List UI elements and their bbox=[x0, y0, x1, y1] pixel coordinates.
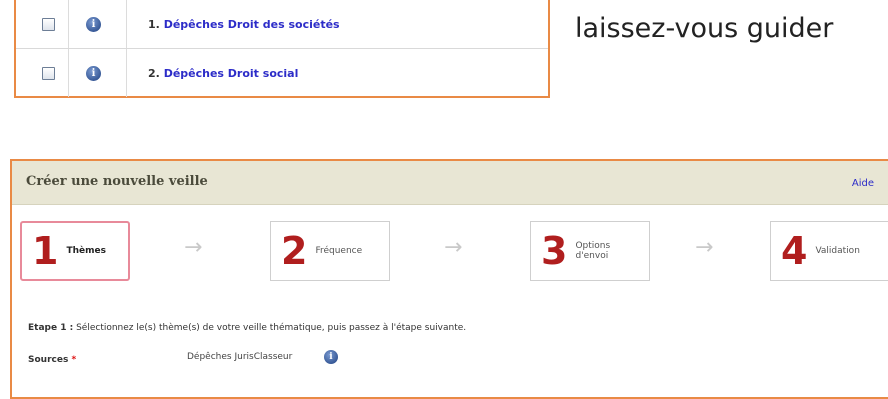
step-label: Validation bbox=[815, 245, 860, 256]
list-item: i 1. Dépêches Droit des sociétés bbox=[16, 0, 548, 49]
column-divider bbox=[126, 0, 127, 48]
step-validation[interactable]: 4 Validation bbox=[770, 221, 888, 281]
panel-title: Créer une nouvelle veille bbox=[26, 174, 208, 189]
tagline: laissez-vous guider bbox=[575, 13, 834, 44]
step-themes[interactable]: 1 Thèmes bbox=[20, 221, 130, 281]
theme-checkbox[interactable] bbox=[42, 17, 55, 31]
step-number: 3 bbox=[541, 229, 568, 273]
step-label: Options d'envoi bbox=[575, 240, 611, 261]
step-options[interactable]: 3 Options d'envoi bbox=[530, 221, 650, 281]
sources-label: Sources * bbox=[28, 355, 77, 365]
step-number: 1 bbox=[32, 229, 59, 273]
step-label: Fréquence bbox=[315, 245, 363, 256]
theme-list-box: i 1. Dépêches Droit des sociétés i 2. Dé… bbox=[14, 0, 550, 98]
panel-header: Créer une nouvelle veille Aide bbox=[12, 161, 888, 205]
info-icon[interactable]: i bbox=[86, 65, 101, 81]
column-divider bbox=[68, 49, 69, 97]
arrow-right-icon: → bbox=[444, 235, 463, 260]
step-number: 4 bbox=[781, 229, 808, 273]
create-watch-panel: Créer une nouvelle veille Aide 1 Thèmes … bbox=[10, 159, 888, 399]
theme-link[interactable]: 2. Dépêches Droit social bbox=[148, 67, 298, 80]
step-intro-text: Sélectionnez le(s) thème(s) de votre vei… bbox=[76, 323, 467, 333]
step-frequency[interactable]: 2 Fréquence bbox=[270, 221, 390, 281]
step-label: Thèmes bbox=[66, 245, 106, 256]
step-instructions: Etape 1 : Sélectionnez le(s) thème(s) de… bbox=[28, 323, 466, 333]
arrow-right-icon: → bbox=[695, 235, 714, 260]
required-marker: * bbox=[71, 355, 77, 365]
theme-checkbox[interactable] bbox=[42, 66, 55, 80]
help-link[interactable]: Aide bbox=[852, 178, 874, 189]
arrow-right-icon: → bbox=[184, 235, 203, 260]
list-item: i 2. Dépêches Droit social bbox=[16, 49, 548, 97]
column-divider bbox=[68, 0, 69, 48]
info-icon[interactable]: i bbox=[324, 350, 338, 364]
step-intro-label: Etape 1 : bbox=[28, 323, 74, 333]
sources-value[interactable]: Dépêches JurisClasseur bbox=[187, 352, 292, 362]
step-number: 2 bbox=[281, 229, 308, 273]
column-divider bbox=[126, 49, 127, 97]
info-icon[interactable]: i bbox=[86, 16, 101, 32]
theme-link[interactable]: 1. Dépêches Droit des sociétés bbox=[148, 18, 340, 31]
